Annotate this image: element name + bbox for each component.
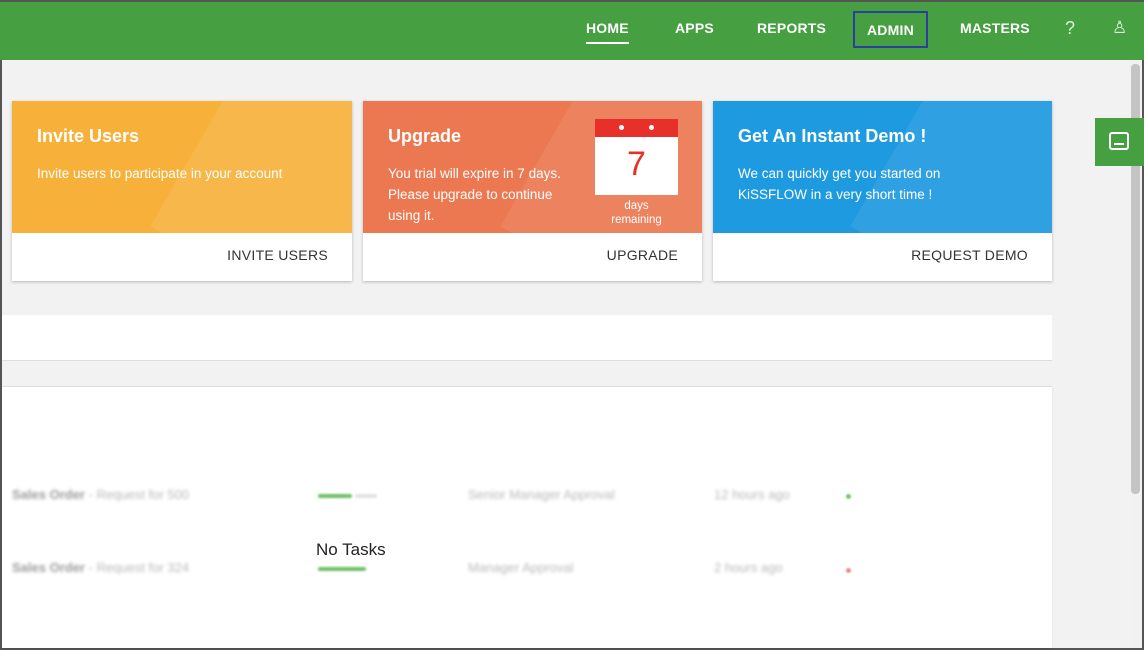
invite-users-card: Invite Users Invite users to participate… — [12, 101, 352, 281]
instant-demo-title: Get An Instant Demo ! — [738, 126, 927, 146]
upgrade-title: Upgrade — [388, 126, 462, 146]
calendar-ring-dot — [649, 125, 654, 130]
nav-reports[interactable]: REPORTS — [757, 20, 826, 36]
ghost-row-2-status-dot — [846, 568, 851, 573]
ghost-row-1-step: Senior Manager Approval — [468, 487, 615, 502]
upgrade-button[interactable]: UPGRADE — [607, 247, 678, 263]
help-icon[interactable]: ? — [1065, 18, 1075, 39]
invite-users-button[interactable]: INVITE USERS — [227, 247, 328, 263]
nav-masters[interactable]: MASTERS — [960, 20, 1030, 36]
ghost-row-2-step: Manager Approval — [468, 560, 574, 575]
no-tasks-message: No Tasks — [316, 540, 386, 559]
invite-users-card-header: Invite Users Invite users to participate… — [12, 101, 352, 233]
ghost-row-1-name: Sales Order - Request for 500 — [12, 487, 190, 502]
ghost-row-1-time: 12 hours ago — [714, 487, 790, 502]
calendar-body: 7 — [595, 137, 678, 195]
request-demo-button[interactable]: REQUEST DEMO — [911, 247, 1028, 263]
ghost-row-1-status-dot — [846, 494, 851, 499]
instant-demo-card-header: Get An Instant Demo ! We can quickly get… — [713, 101, 1052, 233]
trial-calendar-icon: 7 days remaining — [595, 119, 678, 233]
instant-demo-card: Get An Instant Demo ! We can quickly get… — [713, 101, 1052, 281]
nav-admin[interactable]: ADMIN — [853, 11, 928, 48]
instant-demo-description: We can quickly get you started on KiSSFL… — [738, 166, 941, 202]
invite-users-description: Invite users to participate in your acco… — [37, 166, 283, 181]
days-remaining-number: 7 — [627, 145, 646, 183]
calendar-ring-dot — [619, 125, 624, 130]
nav-home[interactable]: HOME — [586, 20, 629, 44]
upgrade-card: Upgrade You trial will expire in 7 days.… — [363, 101, 702, 281]
chat-icon — [1109, 132, 1129, 150]
user-profile-icon[interactable]: ♙ — [1112, 18, 1127, 38]
ghost-row-2-name: Sales Order - Request for 324 — [12, 560, 190, 575]
days-remaining-line2: remaining — [611, 214, 662, 226]
ghost-row-2-time: 2 hours ago — [714, 560, 783, 575]
calendar-header — [595, 119, 678, 137]
invite-users-title: Invite Users — [37, 126, 140, 146]
upgrade-description: You trial will expire in 7 days. Please … — [388, 166, 561, 223]
ghost-row-1-progress-rest — [355, 494, 377, 498]
chat-widget-button[interactable] — [1095, 118, 1144, 166]
nav-apps[interactable]: APPS — [675, 20, 714, 36]
top-navigation-bar: HOME APPS REPORTS ADMIN MASTERS ? ♙ — [0, 0, 1144, 60]
filter-panel — [2, 315, 1052, 361]
days-remaining-label: days remaining — [595, 199, 678, 227]
ghost-row-1-progress — [318, 494, 352, 498]
days-remaining-line1: days — [624, 200, 649, 212]
ghost-row-2-progress — [318, 567, 366, 571]
upgrade-card-header: Upgrade You trial will expire in 7 days.… — [363, 101, 702, 233]
tasks-panel — [2, 386, 1052, 648]
